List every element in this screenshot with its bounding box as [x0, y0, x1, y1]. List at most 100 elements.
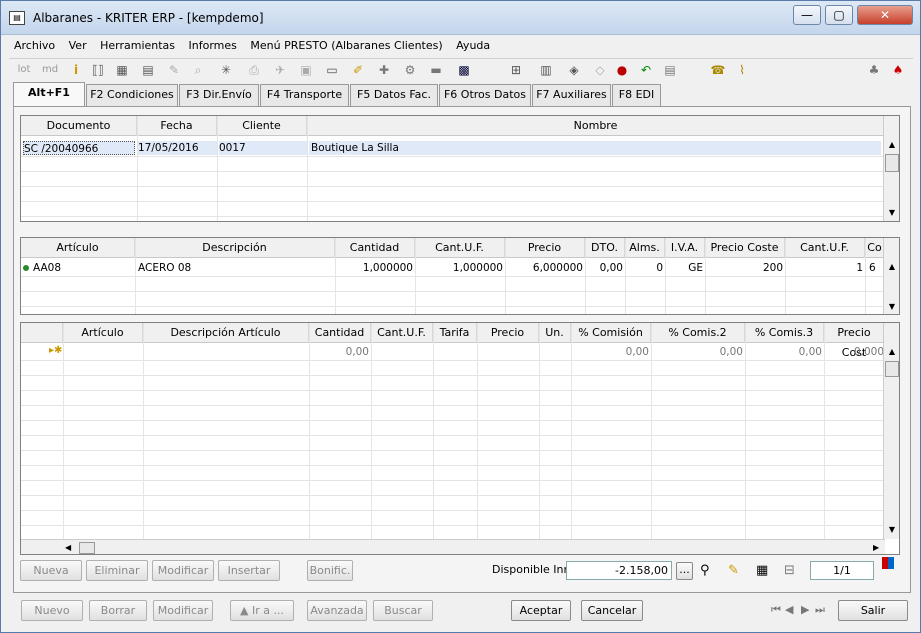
eliminar-button[interactable]: Eliminar: [86, 560, 148, 581]
cell-fecha[interactable]: 17/05/2016: [138, 141, 218, 155]
scroll-thumb[interactable]: [885, 154, 899, 172]
menu-ver[interactable]: Ver: [64, 37, 92, 54]
calc-icon[interactable]: ▩: [455, 61, 473, 79]
cell-iva[interactable]: GE: [665, 261, 703, 275]
aceptar-button[interactable]: Aceptar: [511, 600, 571, 621]
tab-pral[interactable]: Alt+F1 Pral: [13, 82, 85, 119]
scroll-down-icon[interactable]: ▼: [884, 523, 899, 537]
header-det-precio[interactable]: Precio: [477, 323, 539, 343]
hierarchy-icon[interactable]: ⊟: [784, 563, 795, 578]
cell-documento[interactable]: SC /20040966: [23, 141, 135, 155]
grid-icon[interactable]: ▤: [139, 61, 157, 79]
cell-precio[interactable]: 6,000000: [505, 261, 583, 275]
cell-cant-uf-2[interactable]: 1: [785, 261, 863, 275]
header-fecha[interactable]: Fecha: [137, 116, 217, 136]
header-det-precio-cost[interactable]: Precio Cost: [824, 323, 885, 359]
scroll-up-icon[interactable]: ▲: [884, 138, 899, 152]
line-row[interactable]: AA08 ACERO 08 1,000000 1,000000 6,000000…: [21, 261, 885, 275]
undo-icon[interactable]: ↶: [637, 61, 655, 79]
scroll-up-icon[interactable]: ▲: [884, 260, 899, 274]
binoculars-icon[interactable]: ⚲: [700, 563, 710, 578]
image-icon[interactable]: ▬: [427, 61, 445, 79]
detail-hscrollbar[interactable]: ◀ ▶: [21, 539, 885, 554]
cell-cliente[interactable]: 0017: [219, 141, 307, 155]
color-grid-icon[interactable]: [882, 557, 894, 569]
scroll-left-icon[interactable]: ◀: [65, 540, 71, 554]
header-articulo[interactable]: Artículo: [21, 238, 135, 258]
tab-otros-datos[interactable]: F6 Otros Datos: [439, 84, 531, 106]
scroll-right-icon[interactable]: ▶: [873, 540, 879, 554]
bracket-icon[interactable]: ⟦⟧: [89, 61, 107, 79]
window-icon[interactable]: ▭: [323, 61, 341, 79]
tab-transporte[interactable]: F4 Transporte: [260, 84, 349, 106]
preview-icon[interactable]: ⌕: [189, 61, 207, 79]
minimize-button[interactable]: —: [793, 5, 821, 25]
ir-a-button[interactable]: ▲ Ir a ...: [230, 600, 294, 621]
scroll-up-icon[interactable]: ▲: [884, 345, 899, 359]
menu-archivo[interactable]: Archivo: [9, 37, 60, 54]
tab-auxiliares[interactable]: F7 Auxiliares: [532, 84, 611, 106]
cell-det-comis3[interactable]: 0,00: [745, 345, 822, 359]
scroll-down-icon[interactable]: ▼: [884, 206, 899, 220]
cell-dto[interactable]: 0,00: [585, 261, 623, 275]
header-det-comision[interactable]: % Comisión: [571, 323, 651, 343]
header-cantidad[interactable]: Cantidad: [335, 238, 415, 258]
header-precio[interactable]: Precio: [505, 238, 585, 258]
doc-icon[interactable]: ▤: [661, 61, 679, 79]
header-det-cantidad[interactable]: Cantidad: [309, 323, 371, 343]
insertar-button[interactable]: Insertar: [218, 560, 280, 581]
cell-descripcion[interactable]: ACERO 08: [138, 261, 334, 275]
header-iva[interactable]: I.V.A.: [665, 238, 705, 258]
tree-icon[interactable]: ⚙: [401, 61, 419, 79]
close-button[interactable]: ✕: [857, 5, 913, 25]
cell-cant-uf[interactable]: 1,000000: [415, 261, 503, 275]
scroll-down-icon[interactable]: ▼: [884, 300, 899, 314]
header-det-tarifa[interactable]: Tarifa: [433, 323, 477, 343]
header-det-descripcion[interactable]: Descripción Artículo: [143, 323, 309, 343]
header-det-comis2[interactable]: % Comis.2: [651, 323, 745, 343]
selected-row[interactable]: SC /20040966 17/05/2016 0017 Boutique La…: [21, 141, 883, 155]
header-cant-uf[interactable]: Cant.U.F.: [415, 238, 505, 258]
borrar-button[interactable]: Borrar: [89, 600, 147, 621]
modificar-button[interactable]: Modificar: [153, 600, 213, 621]
modificar-detail-button[interactable]: Modificar: [152, 560, 214, 581]
phone-icon[interactable]: ☎: [709, 61, 727, 79]
menu-presto[interactable]: Menú PRESTO (Albaranes Clientes): [245, 37, 447, 54]
sign-icon[interactable]: ♣: [865, 61, 883, 79]
calendar-icon[interactable]: ▦: [756, 563, 768, 578]
maximize-button[interactable]: ▢: [825, 5, 853, 25]
header-det-un[interactable]: Un.: [539, 323, 571, 343]
detail-new-row[interactable]: 0,00 0,00 0,00 0,00 0,000: [63, 345, 885, 359]
ellipsis-button[interactable]: ...: [676, 562, 693, 580]
header-descripcion[interactable]: Descripción: [135, 238, 335, 258]
barcode-icon[interactable]: ▥: [537, 61, 555, 79]
tag-icon[interactable]: ◇: [591, 61, 609, 79]
document-scrollbar[interactable]: ▲ ▼: [883, 116, 899, 221]
header-det-cant-uf[interactable]: Cant.U.F.: [371, 323, 433, 343]
prev-record-icon[interactable]: ◀: [785, 603, 793, 616]
plus-icon[interactable]: ✚: [375, 61, 393, 79]
menu-informes[interactable]: Informes: [184, 37, 242, 54]
header-cant-uf-2[interactable]: Cant.U.F.: [785, 238, 865, 258]
header-alms[interactable]: Alms.: [625, 238, 665, 258]
salir-button[interactable]: Salir: [838, 600, 908, 621]
avanzada-button[interactable]: Avanzada: [307, 600, 367, 621]
buscar-button[interactable]: Buscar: [373, 600, 433, 621]
alert-icon[interactable]: ♠: [889, 61, 907, 79]
star-icon[interactable]: ✳: [217, 61, 235, 79]
lines-scrollbar[interactable]: ▲ ▼: [883, 238, 899, 314]
first-record-icon[interactable]: ⏮: [771, 603, 781, 617]
org-icon[interactable]: ⊞: [507, 61, 525, 79]
header-precio-coste[interactable]: Precio Coste: [705, 238, 785, 258]
bonific-button[interactable]: Bonific.: [307, 560, 353, 581]
detail-scrollbar[interactable]: ▲ ▼: [883, 323, 899, 539]
lot-button[interactable]: lot: [13, 61, 35, 79]
disponible-field[interactable]: -2.158,00: [566, 561, 672, 580]
cell-det-comision[interactable]: 0,00: [571, 345, 649, 359]
header-co[interactable]: Co: [865, 238, 885, 258]
cell-alms[interactable]: 0: [625, 261, 663, 275]
cell-precio-coste[interactable]: 200: [705, 261, 783, 275]
tool-icon[interactable]: ✈: [271, 61, 289, 79]
highlight-icon[interactable]: ✐: [349, 61, 367, 79]
edit-icon[interactable]: ✎: [165, 61, 183, 79]
